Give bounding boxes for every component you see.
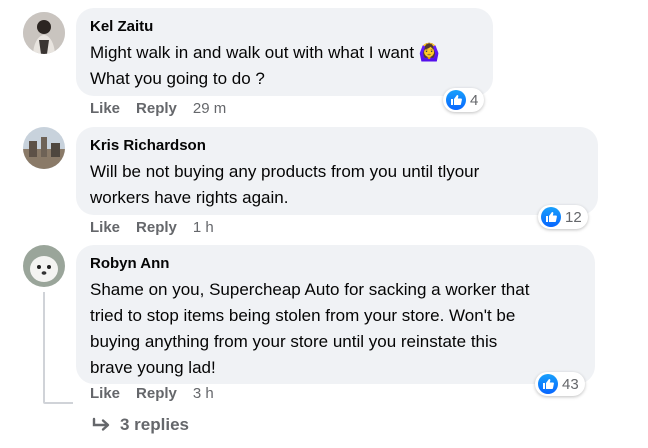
- comment-timestamp[interactable]: 29 m: [193, 100, 226, 118]
- comment-bubble: Robyn Ann Shame on you, Supercheap Auto …: [76, 245, 595, 384]
- comment-line: workers have rights again.: [90, 188, 289, 207]
- reaction-summary[interactable]: 12: [538, 205, 588, 229]
- reaction-count: 4: [470, 91, 479, 109]
- like-reaction-icon: [538, 374, 558, 394]
- avatar[interactable]: [23, 127, 65, 169]
- avatar[interactable]: [23, 245, 65, 287]
- avatar-photo-icon: [23, 12, 65, 54]
- like-reaction-icon: [541, 207, 561, 227]
- comment-actions: Like Reply 1 h: [90, 219, 214, 237]
- view-replies-link[interactable]: 3 replies: [92, 415, 189, 435]
- reaction-count: 43: [562, 375, 579, 393]
- reply-button[interactable]: Reply: [136, 219, 177, 237]
- thread-connector: [43, 402, 73, 404]
- comment-text: Will be not buying any products from you…: [90, 159, 584, 211]
- comment-actions: Like Reply 29 m: [90, 100, 226, 118]
- comment-line: tried to stop items being stolen from yo…: [90, 306, 516, 325]
- like-button[interactable]: Like: [90, 385, 120, 403]
- reply-button[interactable]: Reply: [136, 100, 177, 118]
- comment-bubble: Kris Richardson Will be not buying any p…: [76, 127, 598, 215]
- comment-timestamp[interactable]: 1 h: [193, 219, 214, 237]
- reply-arrow-icon: [92, 417, 110, 431]
- comment-actions: Like Reply 3 h: [90, 385, 214, 403]
- comment-line: Will be not buying any products from you…: [90, 162, 480, 181]
- comment-timestamp[interactable]: 3 h: [193, 385, 214, 403]
- avatar-photo-icon: [23, 245, 65, 287]
- comment-bubble: Kel Zaitu Might walk in and walk out wit…: [76, 8, 493, 96]
- comment-author[interactable]: Robyn Ann: [90, 254, 581, 274]
- replies-count[interactable]: 3 replies: [120, 415, 189, 435]
- comment-line: buying anything from your store until yo…: [90, 332, 498, 351]
- comment-line: brave young lad!: [90, 358, 216, 377]
- comment-line: What you going to do ?: [90, 69, 265, 88]
- thread-line: [43, 292, 45, 402]
- comment-text: Might walk in and walk out with what I w…: [90, 40, 479, 92]
- reaction-count: 12: [565, 208, 582, 226]
- avatar-photo-icon: [23, 127, 65, 169]
- reply-button[interactable]: Reply: [136, 385, 177, 403]
- reaction-summary[interactable]: 4: [443, 88, 485, 112]
- avatar[interactable]: [23, 12, 65, 54]
- comment-line: Might walk in and walk out with what I w…: [90, 43, 440, 62]
- like-reaction-icon: [446, 90, 466, 110]
- comment-text: Shame on you, Supercheap Auto for sackin…: [90, 277, 581, 381]
- comment-author[interactable]: Kris Richardson: [90, 136, 584, 156]
- comment-line: Shame on you, Supercheap Auto for sackin…: [90, 280, 530, 299]
- comment-author[interactable]: Kel Zaitu: [90, 17, 479, 37]
- reaction-summary[interactable]: 43: [535, 372, 585, 396]
- like-button[interactable]: Like: [90, 219, 120, 237]
- like-button[interactable]: Like: [90, 100, 120, 118]
